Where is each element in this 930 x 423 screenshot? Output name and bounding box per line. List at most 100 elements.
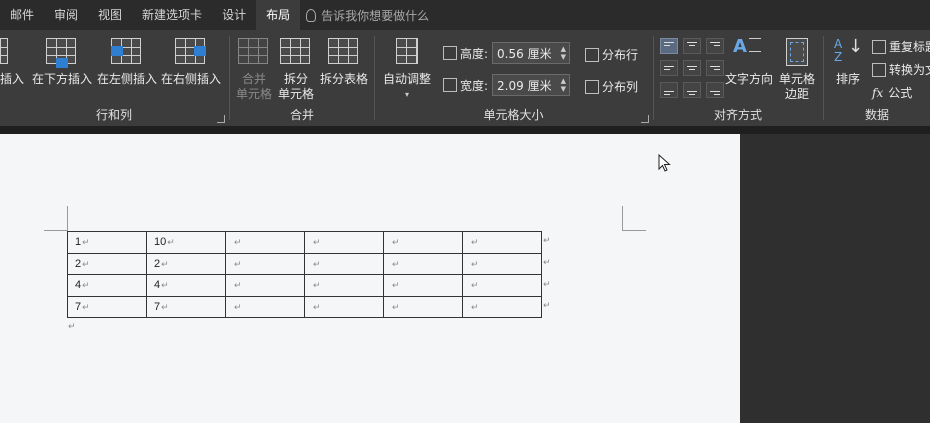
dropdown-arrow-icon: ▾ — [404, 90, 409, 99]
height-value: 0.56 厘米 — [497, 46, 552, 61]
tab-new[interactable]: 新建选项卡 — [132, 0, 212, 30]
table-cell[interactable]: 1↵ — [67, 231, 147, 254]
insert-right-button[interactable]: 在右侧插入 — [160, 34, 222, 87]
group-label-data: 数据 — [864, 108, 889, 122]
width-value: 2.09 厘米 — [497, 78, 552, 93]
formula-icon: fx — [872, 85, 884, 100]
crop-mark-left — [44, 206, 68, 231]
table-cell[interactable]: ↵ — [462, 295, 542, 318]
cell-margins-button[interactable]: 单元格 边距 — [776, 34, 818, 102]
distribute-rows-label: 分布行 — [602, 48, 639, 62]
table-cell[interactable]: 2↵ — [146, 252, 226, 275]
table-cell[interactable]: ↵ — [225, 231, 305, 254]
document-background — [740, 134, 930, 423]
table-cell[interactable]: 7↵ — [67, 295, 147, 318]
table-cell[interactable]: ↵ — [304, 295, 384, 318]
sort-label: 排序 — [835, 72, 860, 86]
tab-design[interactable]: 设计 — [212, 0, 256, 30]
dialog-launcher-icon[interactable] — [217, 115, 225, 123]
repeat-header-icon — [872, 39, 886, 54]
table-cell[interactable]: 4↵ — [67, 274, 147, 297]
align-top-left-icon[interactable] — [660, 38, 678, 54]
column-width-icon — [443, 78, 457, 92]
table-cell[interactable]: 10↵ — [146, 231, 226, 254]
insert-below-label: 在下方插入 — [31, 72, 92, 86]
insert-left-button[interactable]: 在左侧插入 — [96, 34, 158, 87]
tab-layout[interactable]: 布局 — [256, 0, 301, 30]
table-cell[interactable]: ↵ — [462, 231, 542, 254]
height-row: 高度: 0.56 厘米 ▲ ▼ — [443, 42, 571, 64]
split-cells-label-2: 单元格 — [277, 87, 314, 101]
table-cell[interactable]: 4↵ — [146, 274, 226, 297]
dialog-launcher-icon[interactable] — [641, 115, 649, 123]
table-row: 7↵ 7↵ ↵ ↵ ↵ ↵ — [67, 295, 542, 318]
merge-cells-button[interactable]: 合并 单元格 — [234, 34, 274, 102]
group-label-rows-columns: 行和列 — [95, 108, 132, 122]
split-cells-icon — [280, 38, 312, 68]
convert-label: 转换为文 — [889, 63, 930, 77]
sort-button[interactable]: A Z ↓ 排序 — [830, 34, 866, 87]
split-cells-button[interactable]: 拆分 单元格 — [276, 34, 316, 102]
insert-above-label: 插入 — [0, 72, 24, 86]
alignment-grid — [660, 38, 724, 98]
repeat-header-button[interactable]: 重复标题 — [872, 38, 930, 55]
table-cell[interactable]: ↵ — [462, 252, 542, 275]
table-cell[interactable]: ↵ — [225, 252, 305, 275]
align-top-center-icon[interactable] — [683, 38, 701, 54]
table-cell[interactable]: ↵ — [383, 295, 463, 318]
cell-margins-label-2: 边距 — [784, 87, 809, 101]
spinner-icon[interactable]: ▲ ▼ — [561, 77, 566, 93]
group-label-alignment: 对齐方式 — [713, 108, 762, 122]
table-row: 2↵ 2↵ ↵ ↵ ↵ ↵ — [67, 252, 542, 275]
convert-to-text-button[interactable]: 转换为文 — [872, 61, 930, 78]
table-cell[interactable]: ↵ — [304, 252, 384, 275]
table-row: 4↵ 4↵ ↵ ↵ ↵ ↵ — [67, 274, 542, 297]
table-cell[interactable]: ↵ — [304, 274, 384, 297]
table-row: 1↵ 10↵ ↵ ↵ ↵ ↵ — [67, 231, 542, 254]
align-middle-center-icon[interactable] — [683, 60, 701, 76]
split-table-label: 拆分表格 — [319, 72, 368, 86]
tell-me-search[interactable]: 告诉我你想要做什么 — [300, 7, 429, 24]
text-direction-button[interactable]: A 文字方向 — [722, 34, 776, 87]
table-cell[interactable]: ↵ — [304, 231, 384, 254]
group-merge: 合并 单元格 拆分 单元格 拆分表格 合并 — [230, 30, 374, 126]
end-of-row-mark: ↵ — [543, 236, 551, 246]
align-bottom-center-icon[interactable] — [683, 82, 701, 98]
lightbulb-icon — [306, 8, 317, 22]
table-cell[interactable]: 7↵ — [146, 295, 226, 318]
split-table-button[interactable]: 拆分表格 — [318, 34, 370, 87]
autofit-label: 自动调整 — [382, 72, 431, 86]
row-height-icon — [443, 46, 457, 60]
width-row: 宽度: 2.09 厘米 ▲ ▼ — [443, 74, 571, 96]
merge-cells-label-2: 单元格 — [235, 87, 272, 101]
document-table[interactable]: 1↵ 10↵ ↵ ↵ ↵ ↵ 2↵ 2↵ ↵ ↵ ↵ ↵ 4↵ 4↵ ↵ ↵ ↵… — [67, 231, 542, 318]
autofit-button[interactable]: 自动调整 ▾ — [379, 34, 435, 102]
mouse-pointer-icon — [658, 154, 671, 172]
cell-margins-icon — [786, 38, 808, 68]
group-data: AZ↓ 排序 重复标题 转换为文 fx 公式 数据 — [824, 30, 930, 126]
tab-view[interactable]: 视图 — [88, 0, 132, 30]
spinner-icon[interactable]: ▲ ▼ — [561, 45, 566, 61]
table-cell[interactable]: ↵ — [383, 274, 463, 297]
convert-icon — [872, 62, 886, 77]
insert-above-button[interactable]: 插入 — [0, 34, 28, 87]
table-cell[interactable]: ↵ — [383, 252, 463, 275]
table-cell[interactable]: ↵ — [383, 231, 463, 254]
align-middle-left-icon[interactable] — [660, 60, 678, 76]
distribute-columns-button[interactable]: 分布列 — [585, 78, 638, 95]
formula-button[interactable]: fx 公式 — [872, 84, 912, 101]
tab-review[interactable]: 审阅 — [44, 0, 88, 30]
insert-above-icon — [0, 38, 10, 68]
height-input[interactable]: 0.56 厘米 ▲ ▼ — [492, 42, 571, 64]
distribute-rows-button[interactable]: 分布行 — [585, 46, 638, 63]
insert-left-icon — [111, 38, 143, 68]
table-cell[interactable]: ↵ — [225, 274, 305, 297]
table-cell[interactable]: 2↵ — [67, 252, 147, 275]
width-input[interactable]: 2.09 厘米 ▲ ▼ — [492, 74, 571, 96]
insert-below-button[interactable]: 在下方插入 — [30, 34, 94, 87]
table-cell[interactable]: ↵ — [225, 295, 305, 318]
crop-mark-right — [622, 206, 646, 231]
align-bottom-left-icon[interactable] — [660, 82, 678, 98]
table-cell[interactable]: ↵ — [462, 274, 542, 297]
tab-mailings[interactable]: 邮件 — [0, 0, 44, 30]
